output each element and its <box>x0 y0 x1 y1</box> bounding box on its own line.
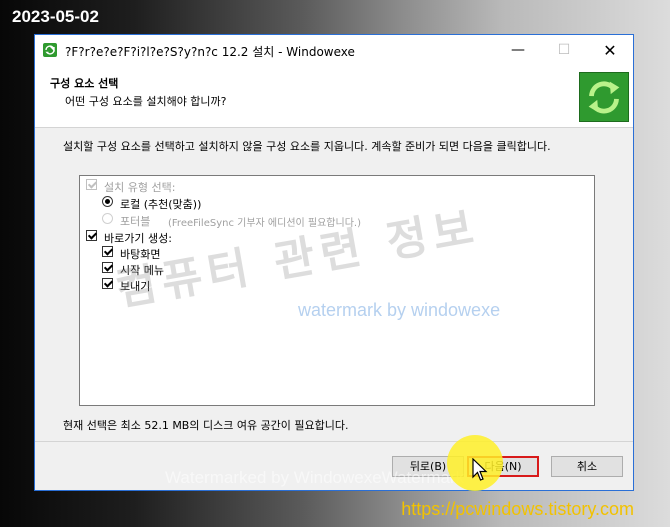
date-stamp: 2023-05-02 <box>12 7 99 26</box>
wizard-header: 구성 요소 선택 어떤 구성 요소를 설치해야 합니까? <box>35 66 633 128</box>
instruction-text: 설치할 구성 요소를 선택하고 설치하지 않을 구성 요소를 지웁니다. 계속할… <box>63 140 551 153</box>
cancel-button[interactable]: 취소 <box>551 456 623 477</box>
desktop-label: 바탕화면 <box>120 248 161 261</box>
title-bar[interactable]: ?F?r?e?e?F?i?l?e?S?y?n?c 12.2 설치 - Windo… <box>35 35 633 66</box>
footer-divider <box>35 441 633 442</box>
install-type-checkbox <box>86 179 97 190</box>
back-button[interactable]: 뒤로(B) <box>392 456 464 477</box>
local-radio[interactable] <box>102 196 113 207</box>
portable-note: (FreeFileSync 기부자 에디션이 필요합니다.) <box>168 218 361 229</box>
desktop-checkbox[interactable] <box>102 246 113 257</box>
close-button[interactable]: ✕ <box>587 35 633 66</box>
shortcuts-label: 바로가기 생성: <box>104 232 172 245</box>
portable-radio <box>102 213 113 224</box>
window-title: ?F?r?e?e?F?i?l?e?S?y?n?c 12.2 설치 - Windo… <box>65 45 355 59</box>
next-button[interactable]: 다음(N) <box>467 456 539 477</box>
disk-space-text: 현재 선택은 최소 52.1 MB의 디스크 여유 공간이 필요합니다. <box>63 419 349 432</box>
start-menu-label: 시작 메뉴 <box>120 264 164 277</box>
shortcuts-checkbox[interactable] <box>86 230 97 241</box>
start-menu-checkbox[interactable] <box>102 262 113 273</box>
sync-arrows-logo <box>579 72 629 122</box>
send-to-checkbox[interactable] <box>102 278 113 289</box>
page-subtitle: 어떤 구성 요소를 설치해야 합니까? <box>65 95 227 108</box>
installer-window: ?F?r?e?e?F?i?l?e?S?y?n?c 12.2 설치 - Windo… <box>34 34 634 491</box>
maximize-button[interactable]: ☐ <box>541 35 587 66</box>
page-title: 구성 요소 선택 <box>50 77 119 90</box>
freefilesync-icon <box>43 43 57 57</box>
portable-label: 포터블 <box>120 215 151 228</box>
send-to-label: 보내기 <box>120 280 151 293</box>
minimize-button[interactable]: — <box>495 35 541 66</box>
site-url: https://pcwindows.tistory.com <box>401 499 634 519</box>
local-label: 로컬 (추천(맞춤)) <box>120 198 202 211</box>
component-list[interactable]: 설치 유형 선택: 로컬 (추천(맞춤)) 포터블 (FreeFileSync … <box>79 175 595 406</box>
install-type-label: 설치 유형 선택: <box>104 181 176 194</box>
